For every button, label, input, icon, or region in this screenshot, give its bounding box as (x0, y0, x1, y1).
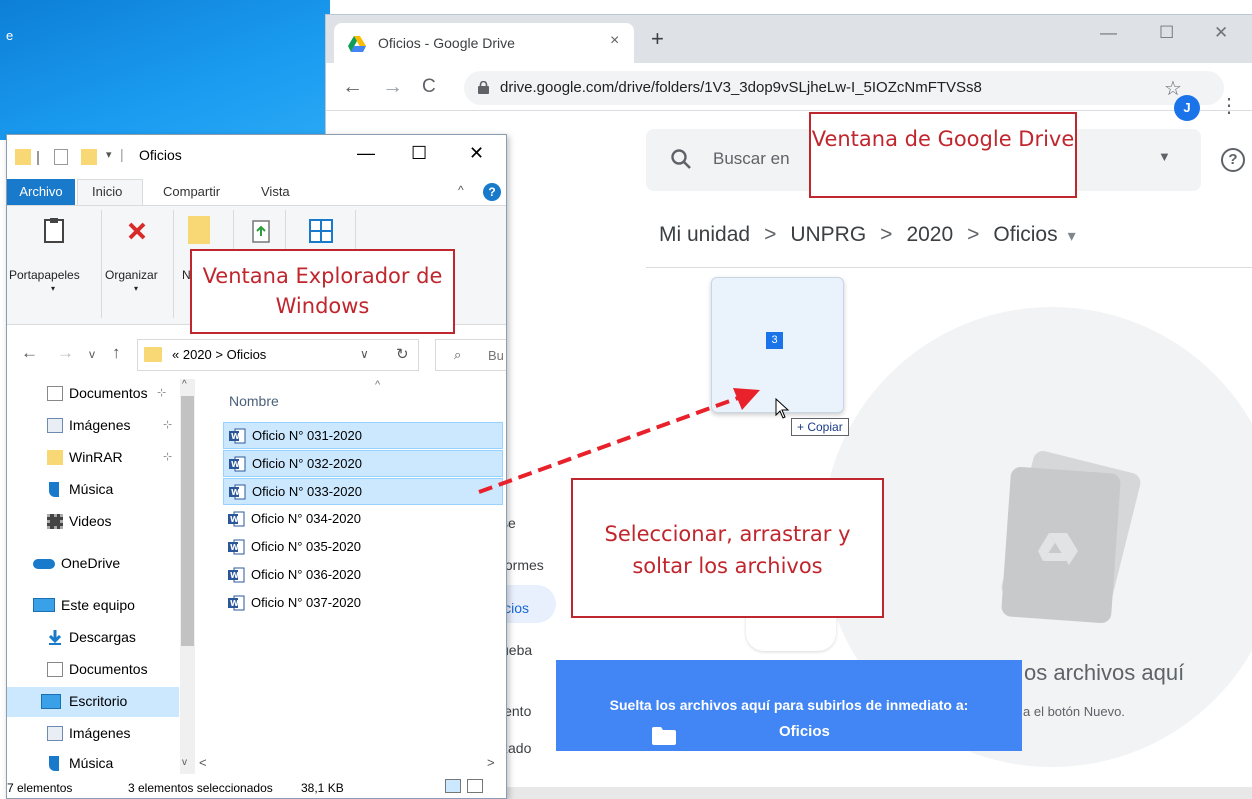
annotation-instruction: Seleccionar, arrastrar y soltar los arch… (571, 478, 884, 618)
drag-arrow (478, 388, 760, 494)
